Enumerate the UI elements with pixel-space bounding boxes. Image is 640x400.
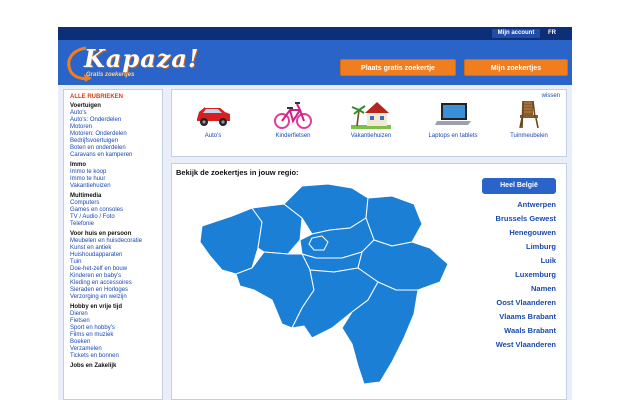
sidebar-link[interactable]: Telefonie — [70, 221, 162, 228]
sidebar-link[interactable]: Films en muziek — [70, 332, 162, 339]
sidebar-link[interactable]: Boeken — [70, 339, 162, 346]
content-area: ALLE RUBRIEKEN Voertuigen Auto's Auto's:… — [58, 85, 572, 400]
sidebar-group-hobby[interactable]: Hobby en vrije tijd — [70, 304, 162, 311]
category-laptops[interactable]: Laptops en tablets — [418, 92, 488, 156]
sidebar-link[interactable]: Motoren — [70, 124, 162, 131]
sidebar-link[interactable]: Verzamelen — [70, 346, 162, 353]
holiday-house-icon — [351, 102, 391, 129]
sidebar-link[interactable]: Fietsen — [70, 318, 162, 325]
region-link-waals-brabant[interactable]: Waals Brabant — [460, 326, 556, 335]
sidebar-link[interactable]: Auto's: Onderdelen — [70, 117, 162, 124]
logo-tagline: Gratis zoekertjes — [86, 72, 135, 78]
sidebar-link[interactable]: Motoren: Onderdelen — [70, 131, 162, 138]
sidebar-link[interactable]: Vakantiehuizen — [70, 183, 162, 190]
top-bar: Mijn account FR — [58, 27, 572, 40]
header: Kapaza! Gratis zoekertjes Plaats gratis … — [58, 40, 572, 85]
map-region-west-flanders[interactable] — [199, 207, 263, 275]
sidebar-link[interactable]: Kunst en antiek — [70, 245, 162, 252]
category-label: Auto's — [204, 133, 222, 139]
category-label: Laptops en tablets — [428, 133, 478, 139]
garden-chair-icon — [519, 100, 539, 129]
belgium-map — [199, 183, 449, 385]
category-kids-bikes[interactable]: Kinderfietsen — [258, 92, 328, 156]
sidebar-link[interactable]: Kleding en accessoires — [70, 280, 162, 287]
sidebar-link[interactable]: Tickets en bonnen — [70, 353, 162, 360]
category-sidebar: ALLE RUBRIEKEN Voertuigen Auto's Auto's:… — [63, 89, 163, 400]
sidebar-link[interactable]: Huishoudapparaten — [70, 252, 162, 259]
category-label: Tuinmeubelen — [510, 133, 548, 139]
region-link-antwerpen[interactable]: Antwerpen — [460, 200, 556, 209]
sidebar-link[interactable]: Doe-het-zelf en bouw — [70, 266, 162, 273]
sidebar-link[interactable]: Tuin — [70, 259, 162, 266]
sidebar-link[interactable]: Sieraden en Horloges — [70, 287, 162, 294]
region-link-limburg[interactable]: Limburg — [460, 242, 556, 251]
sidebar-link[interactable]: Immo te koop — [70, 169, 162, 176]
region-link-vlaams-brabant[interactable]: Vlaams Brabant — [460, 312, 556, 321]
my-account-button[interactable]: Mijn account — [492, 29, 540, 38]
logo[interactable]: Kapaza! Gratis zoekertjes — [64, 44, 198, 82]
sidebar-title: ALLE RUBRIEKEN — [70, 94, 124, 100]
category-label: Vakantiehuizen — [350, 133, 392, 139]
sidebar-link[interactable]: Verzorging en welzijn — [70, 294, 162, 301]
region-link-oost-vlaanderen[interactable]: Oost Vlaanderen — [460, 298, 556, 307]
sidebar-group-home[interactable]: Voor huis en persoon — [70, 231, 162, 238]
sidebar-link[interactable]: Sport en hobby's — [70, 325, 162, 332]
map-region-limburg[interactable] — [365, 195, 423, 247]
category-garden-furniture[interactable]: Tuinmeubelen — [494, 92, 564, 156]
place-free-ad-button[interactable]: Plaats gratis zoekertje — [340, 59, 456, 76]
sidebar-link[interactable]: Kinderen en baby's — [70, 273, 162, 280]
region-title: Bekijk de zoekertjes in jouw regio: — [176, 168, 299, 177]
logo-text: Kapaza! — [84, 44, 200, 73]
sidebar-group-jobs[interactable]: Jobs en Zakelijk — [70, 363, 162, 370]
language-switch-link[interactable]: FR — [548, 29, 556, 38]
sidebar-link[interactable]: TV / Audio / Foto — [70, 214, 162, 221]
region-link-luik[interactable]: Luik — [460, 256, 556, 265]
sidebar-link[interactable]: Immo te huur — [70, 176, 162, 183]
kids-bike-icon — [274, 102, 312, 129]
sidebar-link[interactable]: Computers — [70, 200, 162, 207]
region-selector: Bekijk de zoekertjes in jouw regio: Heel… — [171, 163, 567, 400]
category-holiday-homes[interactable]: Vakantiehuizen — [336, 92, 406, 156]
sidebar-link[interactable]: Games en consoles — [70, 207, 162, 214]
region-link-brussels[interactable]: Brussels Gewest — [460, 214, 556, 223]
sidebar-link[interactable]: Caravans en kamperen — [70, 152, 162, 159]
all-belgium-button[interactable]: Heel België — [482, 178, 556, 194]
sidebar-group-voertuigen[interactable]: Voertuigen — [70, 103, 162, 110]
sidebar-group-immo[interactable]: Immo — [70, 162, 162, 169]
laptop-icon — [435, 103, 471, 125]
region-link-henegouwen[interactable]: Henegouwen — [460, 228, 556, 237]
region-link-namen[interactable]: Namen — [460, 284, 556, 293]
sidebar-link[interactable]: Bedrijfsvoertuigen — [70, 138, 162, 145]
sidebar-link[interactable]: Boten en onderdelen — [70, 145, 162, 152]
my-ads-button[interactable]: Mijn zoekertjes — [464, 59, 568, 76]
region-link-west-vlaanderen[interactable]: West Vlaanderen — [460, 340, 556, 349]
featured-categories: wissen Auto's Kinderfietsen Vakantiehuiz… — [171, 89, 567, 157]
sidebar-link[interactable]: Meubelen en huisdecoratie — [70, 238, 162, 245]
page: Mijn account FR Kapaza! Gratis zoekertje… — [58, 27, 572, 400]
category-label: Kinderfietsen — [275, 133, 311, 139]
sidebar-group-multimedia[interactable]: Multimedia — [70, 193, 162, 200]
car-icon — [197, 106, 230, 126]
sidebar-link[interactable]: Auto's — [70, 110, 162, 117]
category-cars[interactable]: Auto's — [178, 92, 248, 156]
region-link-luxemburg[interactable]: Luxemburg — [460, 270, 556, 279]
sidebar-link[interactable]: Dieren — [70, 311, 162, 318]
